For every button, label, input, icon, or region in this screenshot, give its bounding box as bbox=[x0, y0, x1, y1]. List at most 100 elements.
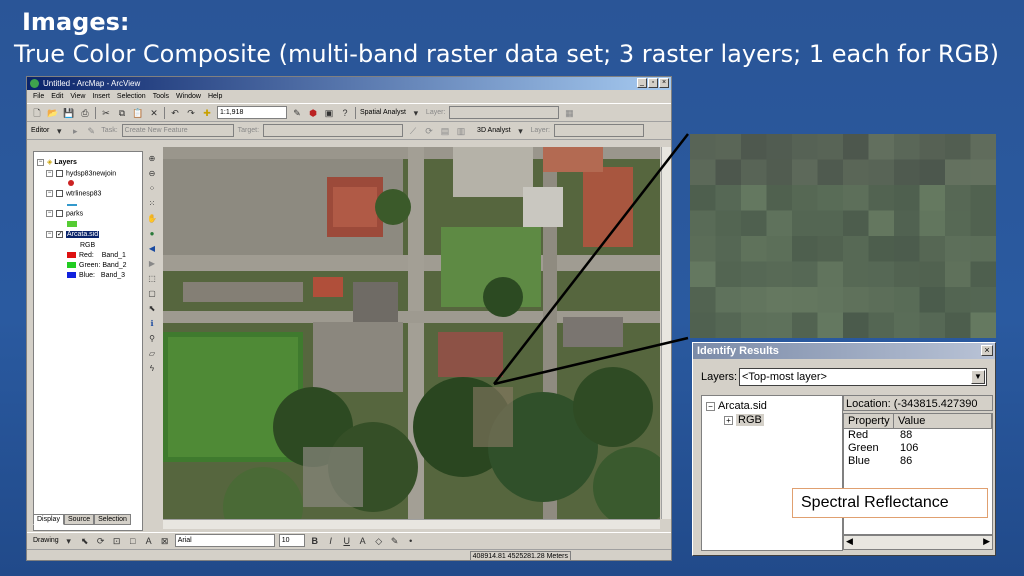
undo-icon[interactable]: ↶ bbox=[169, 107, 181, 119]
rotate-icon[interactable]: ⟳ bbox=[95, 535, 107, 547]
fixed-zoom-out-icon[interactable]: ⁙ bbox=[146, 198, 158, 210]
column-header-value[interactable]: Value bbox=[894, 414, 992, 428]
callout-icon[interactable]: ⊠ bbox=[159, 535, 171, 547]
layer-checkbox[interactable] bbox=[56, 190, 63, 197]
sketch-properties-icon[interactable]: ▥ bbox=[455, 125, 467, 137]
layers-dropdown[interactable]: <Top-most layer> ▼ bbox=[739, 368, 987, 386]
tab-display[interactable]: Display bbox=[33, 514, 64, 525]
add-data-icon[interactable]: ✚ bbox=[201, 107, 213, 119]
bold-icon[interactable]: B bbox=[309, 535, 321, 547]
rotate-tool-icon[interactable]: ⟳ bbox=[423, 125, 435, 137]
copy-icon[interactable]: ⧉ bbox=[116, 107, 128, 119]
identify-icon[interactable]: ℹ bbox=[146, 318, 158, 330]
tab-selection[interactable]: Selection bbox=[94, 514, 131, 525]
toc-layer[interactable]: − hydsp83newjoin bbox=[46, 170, 116, 177]
table-row[interactable]: Green 106 bbox=[844, 442, 992, 455]
save-icon[interactable]: 💾 bbox=[63, 107, 75, 119]
collapse-icon[interactable]: − bbox=[706, 401, 715, 411]
underline-icon[interactable]: U bbox=[341, 535, 353, 547]
menu-selection[interactable]: Selection bbox=[117, 93, 146, 100]
command-line-icon[interactable]: ▣ bbox=[323, 107, 335, 119]
minimize-button[interactable]: _ bbox=[637, 78, 647, 88]
collapse-icon[interactable]: − bbox=[37, 158, 44, 166]
layer-dropdown[interactable] bbox=[449, 106, 560, 119]
back-icon[interactable]: ◀ bbox=[146, 243, 158, 255]
font-size-field[interactable]: 10 bbox=[278, 534, 305, 547]
collapse-icon[interactable]: − bbox=[46, 190, 53, 197]
tree-node-child[interactable]: + RGB bbox=[724, 414, 764, 426]
zoom-whole-page-icon[interactable]: ⊡ bbox=[111, 535, 123, 547]
menu-view[interactable]: View bbox=[70, 93, 85, 100]
drawing-menu[interactable]: Drawing bbox=[33, 537, 59, 544]
table-row[interactable]: Red 88 bbox=[844, 429, 992, 442]
select-elements-icon[interactable]: ⬉ bbox=[79, 535, 91, 547]
chevron-down-icon[interactable]: ▾ bbox=[53, 125, 65, 137]
window-titlebar[interactable]: Untitled - ArcMap - ArcView _ ▫ × bbox=[27, 77, 671, 90]
edit-tool-icon[interactable]: ▸ bbox=[69, 125, 81, 137]
collapse-icon[interactable]: − bbox=[46, 170, 53, 177]
toc-layer-selected[interactable]: − ✓ Arcata.sid bbox=[46, 231, 100, 239]
new-document-icon[interactable]: 🗋 bbox=[31, 107, 43, 119]
maximize-button[interactable]: ▫ bbox=[648, 78, 658, 88]
text-icon[interactable]: A bbox=[143, 535, 155, 547]
target-dropdown[interactable] bbox=[263, 124, 404, 137]
paste-icon[interactable]: 📋 bbox=[132, 107, 144, 119]
expand-icon[interactable]: + bbox=[724, 415, 733, 425]
attributes-icon[interactable]: ▤ bbox=[439, 125, 451, 137]
menu-help[interactable]: Help bbox=[208, 93, 222, 100]
fixed-zoom-in-icon[interactable]: ⁘ bbox=[146, 183, 158, 195]
font-color-icon[interactable]: A bbox=[357, 535, 369, 547]
table-row[interactable]: Blue 86 bbox=[844, 455, 992, 468]
horizontal-scrollbar[interactable]: ◀ ▶ bbox=[843, 535, 993, 550]
line-color-icon[interactable]: ✎ bbox=[389, 535, 401, 547]
measure-icon[interactable]: ⏥ bbox=[146, 348, 158, 360]
column-header-property[interactable]: Property bbox=[844, 414, 894, 428]
zoom-in-icon[interactable]: ⊕ bbox=[146, 153, 158, 165]
close-button[interactable]: × bbox=[981, 345, 993, 356]
dialog-titlebar[interactable]: Identify Results × bbox=[693, 343, 995, 359]
delete-icon[interactable]: ✕ bbox=[148, 107, 160, 119]
find-icon[interactable]: ⚲ bbox=[146, 333, 158, 345]
full-extent-icon[interactable]: ● bbox=[146, 228, 158, 240]
layer-checkbox[interactable] bbox=[56, 170, 63, 177]
editor-toolbar-icon[interactable]: ✎ bbox=[291, 107, 303, 119]
chevron-down-icon[interactable]: ▼ bbox=[971, 370, 985, 384]
chevron-down-icon[interactable]: ▾ bbox=[515, 125, 527, 137]
split-tool-icon[interactable]: ⟋ bbox=[407, 125, 419, 137]
forward-icon[interactable]: ▶ bbox=[146, 258, 158, 270]
redo-icon[interactable]: ↷ bbox=[185, 107, 197, 119]
font-name-field[interactable]: Arial bbox=[174, 534, 275, 547]
menu-insert[interactable]: Insert bbox=[92, 93, 110, 100]
arctoolbox-icon[interactable]: ⬢ bbox=[307, 107, 319, 119]
task-dropdown[interactable]: Create New Feature bbox=[121, 124, 234, 137]
fill-color-icon[interactable]: ◇ bbox=[373, 535, 385, 547]
select-features-icon[interactable]: ⬚ bbox=[146, 273, 158, 285]
close-button[interactable]: × bbox=[659, 78, 669, 88]
select-elements-icon[interactable]: ⬉ bbox=[146, 303, 158, 315]
3d-analyst-menu[interactable]: 3D Analyst bbox=[477, 127, 510, 134]
layer-checkbox-checked[interactable]: ✓ bbox=[56, 231, 63, 238]
open-folder-icon[interactable]: 📂 bbox=[47, 107, 59, 119]
rectangle-icon[interactable]: □ bbox=[127, 535, 139, 547]
histogram-icon[interactable]: ▦ bbox=[563, 107, 575, 119]
chevron-down-icon[interactable]: ▾ bbox=[410, 107, 422, 119]
clear-selection-icon[interactable]: ▢ bbox=[146, 288, 158, 300]
toc-root[interactable]: − ◈ Layers bbox=[37, 158, 77, 166]
menu-tools[interactable]: Tools bbox=[153, 93, 169, 100]
zoom-out-icon[interactable]: ⊖ bbox=[146, 168, 158, 180]
toc-layer[interactable]: − parks bbox=[46, 210, 83, 217]
editor-menu[interactable]: Editor bbox=[31, 127, 49, 134]
menu-window[interactable]: Window bbox=[176, 93, 201, 100]
print-icon[interactable]: ⎙ bbox=[79, 107, 91, 119]
marker-color-icon[interactable]: • bbox=[405, 535, 417, 547]
hyperlink-icon[interactable]: ϟ bbox=[146, 363, 158, 375]
scroll-right-icon[interactable]: ▶ bbox=[983, 536, 990, 547]
cut-icon[interactable]: ✂ bbox=[100, 107, 112, 119]
chevron-down-icon[interactable]: ▾ bbox=[63, 535, 75, 547]
tree-node-root[interactable]: − Arcata.sid bbox=[706, 400, 767, 412]
layer-checkbox[interactable] bbox=[56, 210, 63, 217]
menu-file[interactable]: File bbox=[33, 93, 44, 100]
whats-this-icon[interactable]: ? bbox=[339, 107, 351, 119]
map-scale-field[interactable]: 1:1,918 bbox=[217, 106, 287, 119]
spatial-analyst-menu[interactable]: Spatial Analyst bbox=[360, 109, 406, 116]
